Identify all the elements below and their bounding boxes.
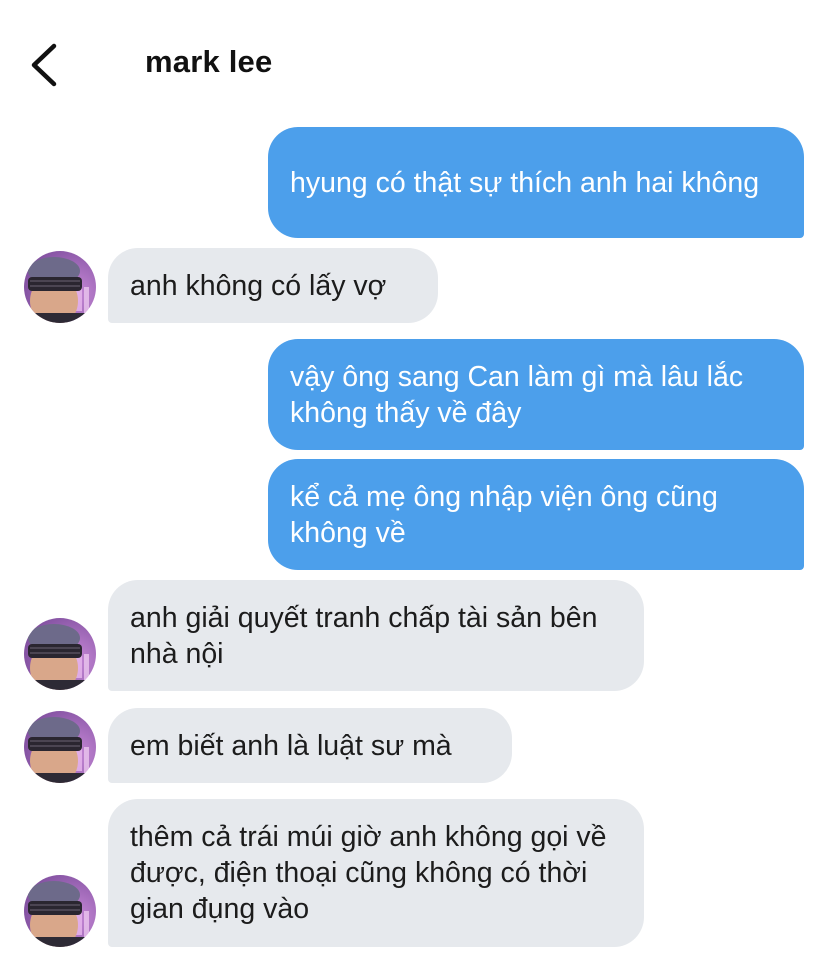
message-bubble-outgoing[interactable]: vậy ông sang Can làm gì mà lâu lắc không… <box>268 339 804 450</box>
message-text: anh không có lấy vợ <box>130 269 387 302</box>
avatar[interactable] <box>24 251 96 323</box>
message-bubble-outgoing[interactable]: hyung có thật sự thích anh hai không <box>268 127 804 238</box>
message-text: hyung có thật sự thích anh hai không <box>290 166 760 199</box>
message-text: em biết anh là luật sư mà <box>130 729 452 762</box>
avatar[interactable] <box>24 875 96 947</box>
message-bubble-incoming[interactable]: thêm cả trái múi giờ anh không gọi về đư… <box>108 799 644 947</box>
avatar[interactable] <box>24 618 96 690</box>
message-bubble-incoming[interactable]: anh không có lấy vợ <box>108 248 438 323</box>
message-bubble-incoming[interactable]: anh giải quyết tranh chấp tài sản bên nh… <box>108 580 644 691</box>
back-button[interactable] <box>22 40 68 90</box>
avatar[interactable] <box>24 711 96 783</box>
message-text: thêm cả trái múi giờ anh không gọi về đư… <box>130 821 607 925</box>
message-text: kể cả mẹ ông nhập viện ông cũng không về <box>290 480 718 549</box>
chat-header: mark lee <box>0 0 826 120</box>
message-bubble-outgoing[interactable]: kể cả mẹ ông nhập viện ông cũng không về <box>268 459 804 570</box>
contact-name: mark lee <box>145 44 273 79</box>
message-text: vậy ông sang Can làm gì mà lâu lắc không… <box>290 360 744 429</box>
message-bubble-incoming[interactable]: em biết anh là luật sư mà <box>108 708 512 783</box>
chevron-left-icon <box>31 43 57 87</box>
message-text: anh giải quyết tranh chấp tài sản bên nh… <box>130 601 598 670</box>
